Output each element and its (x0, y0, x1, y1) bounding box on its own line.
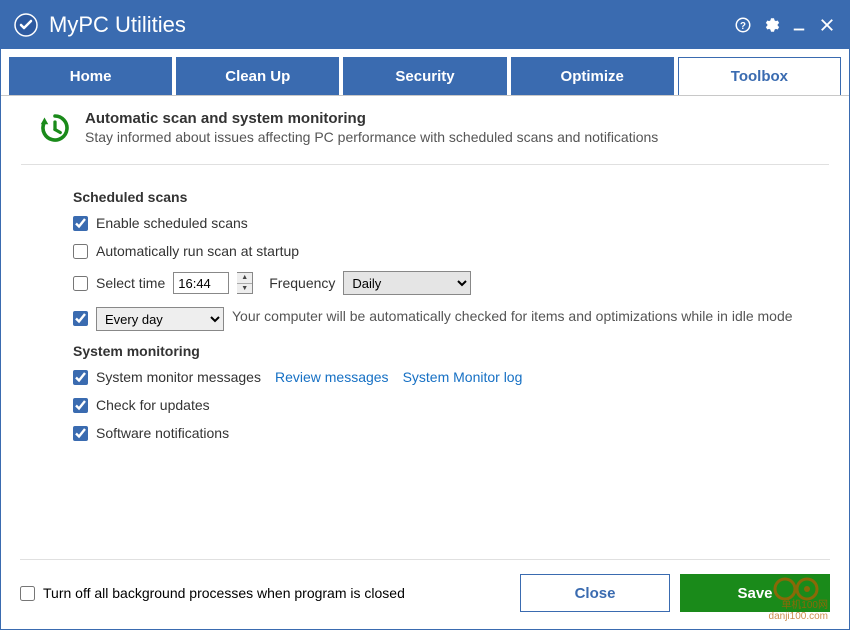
enable-scheduled-label: Enable scheduled scans (96, 215, 248, 231)
system-monitor-log-link[interactable]: System Monitor log (403, 369, 523, 385)
tab-home[interactable]: Home (9, 57, 172, 95)
turnoff-processes-checkbox[interactable] (20, 586, 35, 601)
tab-cleanup[interactable]: Clean Up (176, 57, 339, 95)
select-time-checkbox[interactable] (73, 276, 88, 291)
enable-scheduled-checkbox[interactable] (73, 216, 88, 231)
turnoff-processes-label: Turn off all background processes when p… (43, 585, 405, 601)
time-input[interactable] (173, 272, 229, 294)
day-select[interactable]: Every day (96, 307, 224, 331)
app-title: MyPC Utilities (49, 12, 733, 38)
app-logo-icon (13, 12, 39, 38)
frequency-label: Frequency (269, 275, 335, 291)
check-updates-checkbox[interactable] (73, 398, 88, 413)
review-messages-link[interactable]: Review messages (275, 369, 389, 385)
help-icon[interactable]: ? (733, 15, 753, 35)
footer: Turn off all background processes when p… (20, 559, 830, 612)
main-tabs: Home Clean Up Security Optimize Toolbox (1, 49, 849, 96)
idle-scan-checkbox[interactable] (73, 311, 88, 326)
save-button[interactable]: Save (680, 574, 830, 612)
tab-security[interactable]: Security (343, 57, 506, 95)
content-area: Scheduled scans Enable scheduled scans A… (1, 165, 849, 441)
titlebar: MyPC Utilities ? (1, 1, 849, 49)
spinner-down-icon[interactable]: ▼ (237, 284, 252, 294)
time-spinner[interactable]: ▲ ▼ (237, 272, 253, 294)
system-monitoring-title: System monitoring (73, 343, 829, 359)
idle-scan-description: Your computer will be automatically chec… (232, 307, 829, 326)
history-icon (37, 110, 73, 146)
run-at-startup-label: Automatically run scan at startup (96, 243, 299, 259)
software-notifications-label: Software notifications (96, 425, 229, 441)
page-title: Automatic scan and system monitoring (85, 110, 658, 127)
close-icon[interactable] (817, 15, 837, 35)
page-subtitle: Stay informed about issues affecting PC … (85, 129, 658, 145)
tab-optimize[interactable]: Optimize (511, 57, 674, 95)
monitor-messages-checkbox[interactable] (73, 370, 88, 385)
close-button[interactable]: Close (520, 574, 670, 612)
window-controls: ? (733, 15, 837, 35)
monitor-messages-label: System monitor messages (96, 369, 261, 385)
tab-toolbox[interactable]: Toolbox (678, 57, 841, 95)
scheduled-scans-title: Scheduled scans (73, 189, 829, 205)
gear-icon[interactable] (761, 15, 781, 35)
spinner-up-icon[interactable]: ▲ (237, 273, 252, 284)
run-at-startup-checkbox[interactable] (73, 244, 88, 259)
svg-text:?: ? (740, 21, 746, 32)
software-notifications-checkbox[interactable] (73, 426, 88, 441)
minimize-icon[interactable] (789, 15, 809, 35)
check-updates-label: Check for updates (96, 397, 210, 413)
select-time-label: Select time (96, 275, 165, 291)
frequency-select[interactable]: Daily (343, 271, 471, 295)
page-header: Automatic scan and system monitoring Sta… (21, 96, 829, 165)
